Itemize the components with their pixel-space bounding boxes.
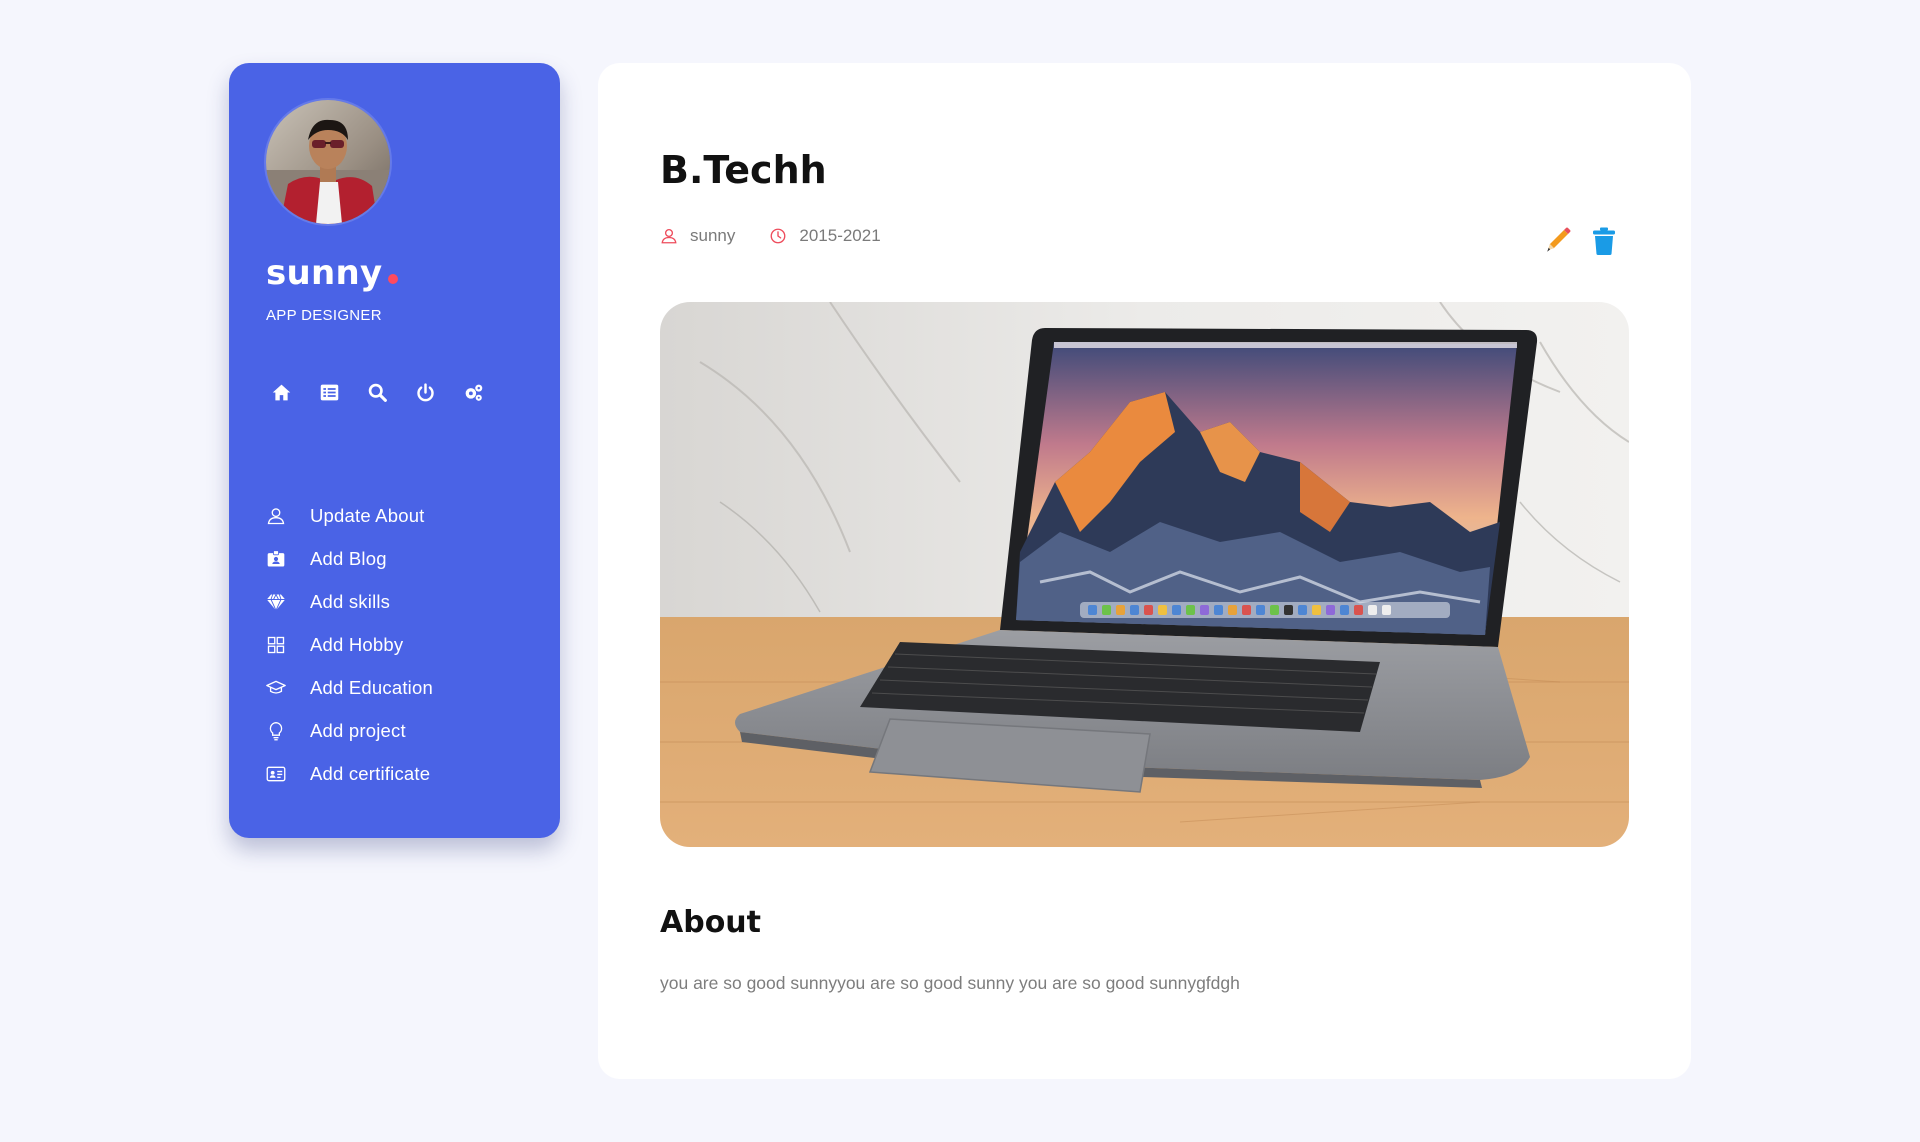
pencil-icon bbox=[1547, 227, 1571, 252]
menu-label: Add certificate bbox=[310, 762, 431, 784]
period-text: 2015-2021 bbox=[799, 226, 881, 245]
user-icon bbox=[266, 506, 286, 526]
search-icon[interactable] bbox=[366, 381, 388, 403]
home-icon[interactable] bbox=[270, 381, 292, 403]
menu-label: Add skills bbox=[310, 590, 391, 612]
post-period: 2015-2021 bbox=[769, 226, 881, 246]
about-text: you are so good sunnyyou are so good sun… bbox=[660, 973, 1240, 993]
sidebar-menu: Update About Add Blog Add skills Add Hob… bbox=[266, 494, 433, 795]
laptop-image bbox=[660, 302, 1629, 847]
post-meta: sunny 2015-2021 bbox=[660, 226, 915, 246]
post-title: B.Techh bbox=[660, 148, 827, 192]
menu-label: Add Blog bbox=[310, 547, 387, 569]
menu-label: Update About bbox=[310, 504, 425, 526]
diamond-icon bbox=[266, 592, 286, 612]
list-icon[interactable] bbox=[318, 381, 340, 403]
grid-icon bbox=[266, 635, 286, 655]
quick-icon-bar bbox=[270, 381, 484, 403]
status-dot bbox=[387, 274, 398, 284]
menu-item-add-blog[interactable]: Add Blog bbox=[266, 537, 433, 580]
post-author: sunny bbox=[660, 226, 735, 246]
menu-item-add-project[interactable]: Add project bbox=[266, 709, 433, 752]
menu-label: Add project bbox=[310, 719, 406, 741]
post-card: B.Techh sunny 2015-2021 About you are so… bbox=[598, 63, 1691, 1079]
menu-label: Add Education bbox=[310, 676, 433, 698]
about-heading: About bbox=[660, 905, 762, 940]
lightbulb-icon bbox=[266, 721, 286, 741]
avatar[interactable] bbox=[266, 100, 390, 224]
menu-item-add-certificate[interactable]: Add certificate bbox=[266, 752, 433, 795]
delete-button[interactable] bbox=[1590, 226, 1618, 256]
post-actions bbox=[1544, 226, 1618, 256]
trash-icon bbox=[1593, 227, 1615, 255]
avatar-photo bbox=[266, 100, 390, 224]
post-image bbox=[660, 302, 1629, 847]
profile-role: APP DESIGNER bbox=[266, 307, 382, 324]
graduation-cap-icon bbox=[266, 678, 286, 698]
power-icon[interactable] bbox=[414, 381, 436, 403]
menu-item-add-education[interactable]: Add Education bbox=[266, 666, 433, 709]
menu-item-add-skills[interactable]: Add skills bbox=[266, 580, 433, 623]
profile-sidebar: sunny APP DESIGNER Update About Add Blog bbox=[229, 63, 560, 838]
clock-icon bbox=[770, 228, 786, 244]
id-card-icon bbox=[266, 764, 286, 784]
id-badge-icon bbox=[266, 549, 286, 569]
menu-item-update-about[interactable]: Update About bbox=[266, 494, 433, 537]
menu-label: Add Hobby bbox=[310, 633, 404, 655]
gears-icon[interactable] bbox=[462, 381, 484, 403]
profile-name: sunny bbox=[266, 256, 398, 290]
edit-button[interactable] bbox=[1544, 226, 1572, 256]
author-name: sunny bbox=[690, 226, 736, 245]
menu-item-add-hobby[interactable]: Add Hobby bbox=[266, 623, 433, 666]
profile-name-text: sunny bbox=[266, 253, 383, 293]
user-icon bbox=[661, 228, 677, 244]
